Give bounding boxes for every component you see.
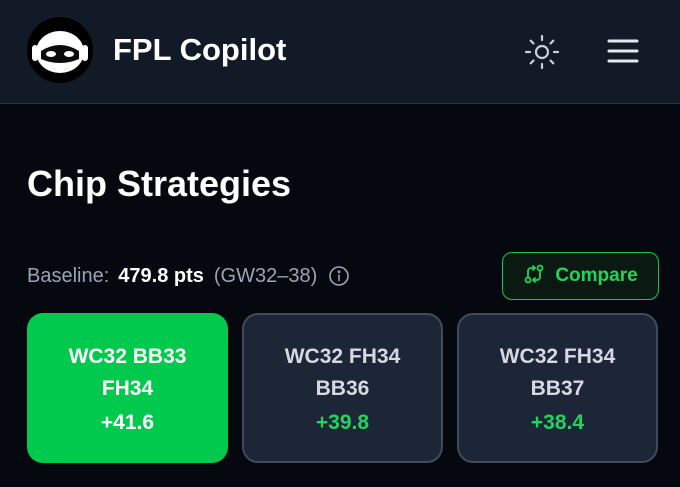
baseline-value: 479.8 pts [118, 264, 204, 287]
compare-label: Compare [555, 265, 638, 286]
app-title: FPL Copilot [113, 32, 287, 67]
strategy-name: WC32 FH34 BB37 [499, 345, 616, 400]
strategy-card-1[interactable]: WC32 BB33 FH34 +41.6 [27, 313, 228, 463]
strategy-card-3[interactable]: WC32 FH34 BB37 +38.4 [457, 313, 658, 463]
strategy-delta: +38.4 [530, 411, 585, 434]
baseline-range: (GW32–38) [213, 264, 318, 287]
strategy-card-2[interactable]: WC32 FH34 BB36 +39.8 [242, 313, 443, 463]
robot-mascot-icon[interactable] [27, 17, 93, 83]
page-title: Chip Strategies [27, 163, 292, 204]
baseline-summary: Baseline: 479.8 pts (GW32–38) [27, 261, 350, 291]
sun-icon[interactable] [523, 33, 561, 71]
hamburger-menu-icon[interactable] [603, 33, 643, 71]
strategy-name: WC32 FH34 BB36 [284, 345, 401, 400]
strategy-delta: +41.6 [100, 411, 155, 434]
app-header: FPL Copilot [0, 0, 680, 104]
strategy-delta: +39.8 [315, 411, 370, 434]
compare-button[interactable]: Compare [502, 252, 659, 300]
baseline-label: Baseline: [27, 264, 110, 287]
git-compare-icon [523, 263, 545, 290]
info-icon[interactable] [328, 265, 350, 287]
strategy-name: WC32 BB33 FH34 [68, 345, 187, 400]
